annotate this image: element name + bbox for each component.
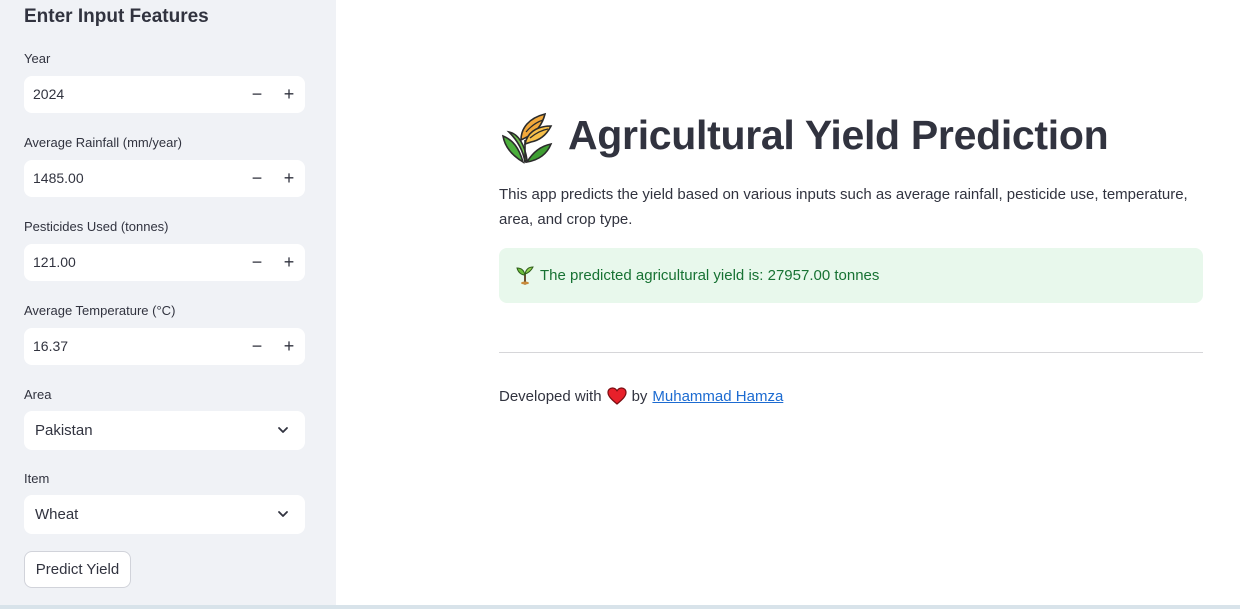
prediction-result-alert: The predicted agricultural yield is: 279…	[499, 248, 1203, 303]
item-select[interactable]: Wheat	[24, 495, 305, 534]
area-value[interactable]: Pakistan	[35, 411, 93, 450]
prediction-result-text: The predicted agricultural yield is: 279…	[540, 267, 880, 284]
area-select[interactable]: Pakistan	[24, 411, 305, 450]
temperature-increment-button[interactable]: +	[273, 328, 305, 365]
year-increment-button[interactable]: +	[273, 76, 305, 113]
seedling-icon	[516, 266, 534, 285]
rainfall-label: Average Rainfall (mm/year)	[24, 135, 182, 150]
temperature-value[interactable]: 16.37	[33, 328, 68, 365]
sidebar: Enter Input Features Year 2024 − + Avera…	[0, 0, 336, 605]
pesticides-input[interactable]: 121.00 − +	[24, 244, 305, 281]
pesticides-increment-button[interactable]: +	[273, 244, 305, 281]
chevron-down-icon[interactable]	[277, 424, 289, 436]
year-label: Year	[24, 51, 51, 66]
predict-yield-button[interactable]: Predict Yield	[24, 551, 131, 588]
wheat-sheaf-icon	[501, 112, 553, 164]
year-decrement-button[interactable]: −	[241, 76, 273, 113]
page-title: Agricultural Yield Prediction	[568, 112, 1109, 158]
temperature-decrement-button[interactable]: −	[241, 328, 273, 365]
bottom-scrollbar-strip	[0, 605, 1240, 609]
temperature-label: Average Temperature (°C)	[24, 303, 176, 318]
year-value[interactable]: 2024	[33, 76, 64, 113]
rainfall-decrement-button[interactable]: −	[241, 160, 273, 197]
heart-icon	[606, 387, 627, 405]
pesticides-value[interactable]: 121.00	[33, 244, 76, 281]
rainfall-increment-button[interactable]: +	[273, 160, 305, 197]
footer-by: by	[631, 387, 648, 405]
app: Enter Input Features Year 2024 − + Avera…	[0, 0, 1240, 609]
chevron-down-icon[interactable]	[277, 508, 289, 520]
rainfall-input[interactable]: 1485.00 − +	[24, 160, 305, 197]
pesticides-decrement-button[interactable]: −	[241, 244, 273, 281]
item-value[interactable]: Wheat	[35, 495, 78, 534]
footer-prefix: Developed with	[499, 387, 602, 405]
item-label: Item	[24, 471, 50, 486]
area-label: Area	[24, 387, 52, 402]
app-description: This app predicts the yield based on var…	[499, 186, 1188, 228]
footer: Developed with by Muhammad Hamza	[499, 387, 783, 405]
divider	[499, 352, 1203, 353]
temperature-input[interactable]: 16.37 − +	[24, 328, 305, 365]
year-input[interactable]: 2024 − +	[24, 76, 305, 113]
sidebar-title: Enter Input Features	[24, 6, 209, 27]
author-link[interactable]: Muhammad Hamza	[652, 388, 783, 405]
pesticides-label: Pesticides Used (tonnes)	[24, 219, 169, 234]
rainfall-value[interactable]: 1485.00	[33, 160, 84, 197]
